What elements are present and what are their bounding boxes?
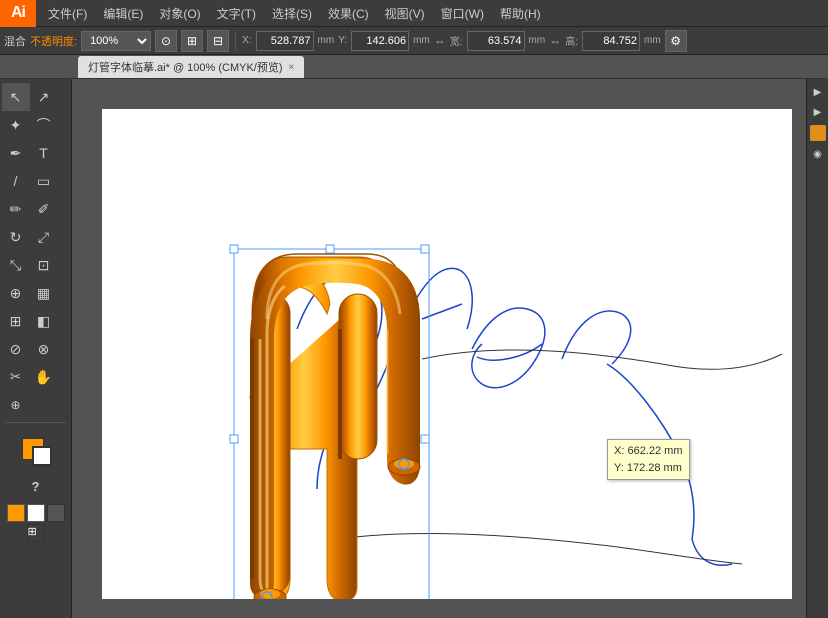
menu-effect[interactable]: 效果(C) [320, 0, 377, 27]
tab-title: 灯管字体临摹.ai* @ 100% (CMYK/预览) [88, 59, 283, 75]
stroke-color[interactable] [32, 446, 52, 466]
y-unit: mm [413, 35, 430, 46]
lasso-tool[interactable]: ⌒ [30, 111, 58, 139]
tooltip-x-value: 662.22 mm [627, 445, 682, 457]
neon-tube [250, 254, 420, 599]
blend-label: 混合 [4, 33, 26, 49]
hand-tool[interactable]: ✋ [30, 363, 58, 391]
canvas-area[interactable]: X: 662.22 mm Y: 172.28 mm [72, 79, 806, 618]
line-tool[interactable]: / [2, 167, 30, 195]
h-label: 高: [565, 33, 578, 48]
h-unit: mm [644, 35, 661, 46]
tooltip-x-label: X: [614, 445, 624, 457]
scale-tool[interactable]: ⤢ [30, 223, 58, 251]
menu-select[interactable]: 选择(S) [264, 0, 320, 27]
document-canvas: X: 662.22 mm Y: 172.28 mm [102, 109, 792, 599]
menu-help[interactable]: 帮助(H) [492, 0, 549, 27]
coordinate-tooltip: X: 662.22 mm Y: 172.28 mm [607, 439, 690, 480]
column-graph-tool[interactable]: ▦ [30, 279, 58, 307]
rect-tool[interactable]: ▭ [30, 167, 58, 195]
magic-wand-tool[interactable]: ✦ [2, 111, 30, 139]
menu-edit[interactable]: 编辑(E) [95, 0, 151, 27]
menu-bar: Ai 文件(F) 编辑(E) 对象(O) 文字(T) 选择(S) 效果(C) 视… [0, 0, 828, 27]
x-label: X: [242, 35, 251, 46]
placeholder-tool [30, 391, 58, 419]
tooltip-y-value: 172.28 mm [627, 462, 682, 474]
y-label: Y: [338, 35, 347, 46]
pencil-tool[interactable]: ✐ [30, 195, 58, 223]
right-panel: ▶ ▶ ◉ [806, 79, 828, 618]
w-input[interactable] [467, 31, 525, 51]
swatch-orange[interactable] [7, 504, 25, 522]
symbol-sprayer-tool[interactable]: ⊕ [2, 279, 30, 307]
tool-row-1: ↖ ↗ [2, 83, 70, 111]
blend-tool[interactable]: ⊗ [30, 335, 58, 363]
right-panel-btn2[interactable]: ◉ [809, 145, 827, 163]
swatch-row [7, 504, 65, 522]
warp-tool[interactable]: ⤡ [2, 251, 30, 279]
eyedropper-tool[interactable]: ⊘ [2, 335, 30, 363]
color-panel-icon[interactable] [810, 125, 826, 141]
question-tool[interactable]: ? [22, 472, 50, 500]
swatch-gray[interactable] [47, 504, 65, 522]
text-tool[interactable]: T [30, 139, 58, 167]
document-tab[interactable]: 灯管字体临摹.ai* @ 100% (CMYK/预览) × [78, 56, 304, 78]
right-panel-toggle[interactable]: ▶ [809, 83, 827, 101]
selection-tool[interactable]: ↖ [2, 83, 30, 111]
settings-icon[interactable]: ⚙ [665, 30, 687, 52]
free-transform-tool[interactable]: ⊡ [30, 251, 58, 279]
menu-file[interactable]: 文件(F) [40, 0, 95, 27]
paintbrush-tool[interactable]: ✏ [2, 195, 30, 223]
right-panel-btn1[interactable]: ▶ [809, 103, 827, 121]
scissors-tool[interactable]: ✂ [2, 363, 30, 391]
view-icon[interactable]: ⊙ [155, 30, 177, 52]
opacity-select[interactable]: 100% [81, 31, 151, 51]
menu-type[interactable]: 文字(T) [209, 0, 264, 27]
rotate-tool[interactable]: ↻ [2, 223, 30, 251]
toolbar: ↖ ↗ ✦ ⌒ ✒ T / ▭ ✏ ✐ ↻ ⤢ ⤡ ⊡ ⊕ ▦ [0, 79, 72, 618]
align-icon[interactable]: ⊞ [181, 30, 203, 52]
pen-tool[interactable]: ✒ [2, 139, 30, 167]
menu-view[interactable]: 视图(V) [377, 0, 433, 27]
tooltip-y: Y: 172.28 mm [614, 460, 683, 477]
opacity-label: 不透明度: [30, 33, 77, 49]
tooltip-y-label: Y: [614, 462, 624, 474]
link-icon: ⇔ [434, 34, 446, 48]
h-input[interactable] [582, 31, 640, 51]
x-unit: mm [318, 35, 335, 46]
mesh-tool[interactable]: ⊞ [2, 307, 30, 335]
swatch-white[interactable] [27, 504, 45, 522]
menu-object[interactable]: 对象(O) [151, 0, 208, 27]
transform-icon[interactable]: ⊟ [207, 30, 229, 52]
menu-items: 文件(F) 编辑(E) 对象(O) 文字(T) 选择(S) 效果(C) 视图(V… [36, 0, 549, 27]
options-bar: 混合 不透明度: 100% ⊙ ⊞ ⊟ X: mm Y: mm ⇔ 宽: mm … [0, 27, 828, 55]
gradient-tool[interactable]: ◧ [30, 307, 58, 335]
app-logo: Ai [0, 0, 36, 27]
artwork [102, 109, 792, 599]
color-section [14, 430, 58, 468]
w-label: 宽: [450, 33, 463, 48]
tool-separator [6, 422, 66, 423]
link-icon2: ⇔ [549, 34, 561, 48]
grid-icon[interactable]: ⊞ [27, 524, 45, 542]
w-unit: mm [529, 35, 546, 46]
x-input[interactable] [256, 31, 314, 51]
tab-close[interactable]: × [289, 62, 295, 73]
zoom-tool[interactable]: ⊕ [2, 391, 30, 419]
tooltip-x: X: 662.22 mm [614, 443, 683, 460]
menu-window[interactable]: 窗口(W) [433, 0, 492, 27]
main-layout: ↖ ↗ ✦ ⌒ ✒ T / ▭ ✏ ✐ ↻ ⤢ ⤡ ⊡ ⊕ ▦ [0, 79, 828, 618]
swatch-row2: ⊞ [27, 524, 45, 542]
y-input[interactable] [351, 31, 409, 51]
tab-bar: 灯管字体临摹.ai* @ 100% (CMYK/预览) × [0, 55, 828, 79]
direct-selection-tool[interactable]: ↗ [30, 83, 58, 111]
divider [235, 31, 236, 51]
